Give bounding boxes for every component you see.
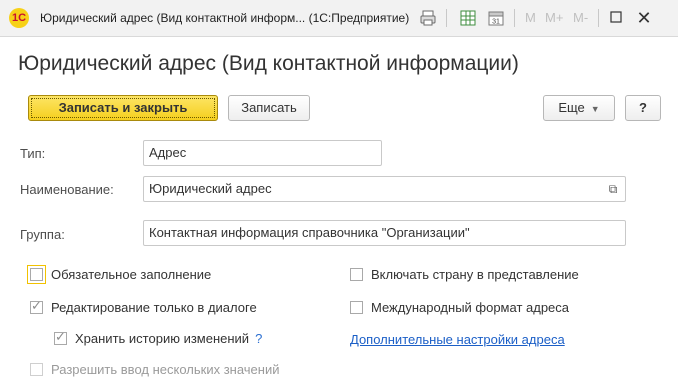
print-icon[interactable] <box>418 9 438 27</box>
extra-address-settings-link[interactable]: Дополнительные настройки адреса <box>350 332 565 347</box>
toolbar-separator <box>598 9 599 27</box>
help-button[interactable]: ? <box>625 95 661 121</box>
page-title: Юридический адрес (Вид контактной информ… <box>18 52 519 75</box>
save-and-close-button[interactable]: Записать и закрыть <box>28 95 218 121</box>
dialog-only-label: Редактирование только в диалоге <box>51 300 257 315</box>
close-icon[interactable]: ✕ <box>634 9 654 27</box>
intl-format-checkbox[interactable]: Международный формат адреса <box>350 300 569 315</box>
history-label: Хранить историю изменений <box>75 331 250 346</box>
save-button[interactable]: Записать <box>228 95 310 121</box>
toolbar-separator <box>446 9 447 27</box>
open-dialog-icon[interactable]: ⧉ <box>601 177 625 201</box>
window-titlebar: 1С Юридический адрес (Вид контактной инф… <box>0 0 678 37</box>
checkbox-box[interactable] <box>350 268 363 281</box>
calendar-icon[interactable]: 31 <box>486 9 506 27</box>
checkbox-box[interactable] <box>30 298 43 314</box>
multiple-values-label: Разрешить ввод нескольких значений <box>51 362 280 377</box>
include-country-checkbox[interactable]: Включать страну в представление <box>350 267 579 282</box>
history-checkbox[interactable]: Хранить историю изменений ? <box>54 329 262 346</box>
name-field[interactable]: Юридический адрес ⧉ <box>143 176 626 202</box>
memory-plus-button[interactable]: M+ <box>545 10 563 25</box>
mandatory-label: Обязательное заполнение <box>51 267 212 282</box>
mandatory-checkbox[interactable]: Обязательное заполнение <box>27 265 212 284</box>
maximize-icon[interactable] <box>606 9 626 27</box>
checkbox-box[interactable] <box>350 301 363 314</box>
include-country-label: Включать страну в представление <box>371 267 579 282</box>
more-button[interactable]: Еще ▼ <box>543 95 615 121</box>
window-title: Юридический адрес (Вид контактной информ… <box>40 11 410 25</box>
type-field[interactable]: Адрес <box>143 140 382 166</box>
checkbox-box[interactable] <box>30 363 43 376</box>
help-label: ? <box>639 100 647 115</box>
more-label: Еще <box>558 100 585 115</box>
focus-rect <box>31 98 215 118</box>
memory-minus-button[interactable]: M- <box>573 10 588 25</box>
checkbox-box[interactable] <box>27 265 46 284</box>
group-label: Группа: <box>20 227 65 242</box>
checkbox-box[interactable] <box>54 329 67 345</box>
chevron-down-icon: ▼ <box>590 104 600 114</box>
toolbar-separator <box>514 9 515 27</box>
group-field[interactable]: Контактная информация справочника "Орган… <box>143 220 626 246</box>
memory-button[interactable]: M <box>525 10 536 25</box>
multiple-values-checkbox[interactable]: Разрешить ввод нескольких значений <box>30 362 279 377</box>
dialog-only-checkbox[interactable]: Редактирование только в диалоге <box>30 298 257 315</box>
app-logo-icon: 1С <box>9 8 29 28</box>
name-value: Юридический адрес <box>149 181 272 196</box>
intl-format-label: Международный формат адреса <box>371 300 570 315</box>
type-label: Тип: <box>20 146 46 161</box>
svg-text:31: 31 <box>492 19 500 26</box>
table-icon[interactable] <box>458 9 478 27</box>
history-help-icon[interactable]: ? <box>255 331 262 346</box>
name-label: Наименование: <box>20 182 114 197</box>
save-label: Записать <box>241 100 297 115</box>
